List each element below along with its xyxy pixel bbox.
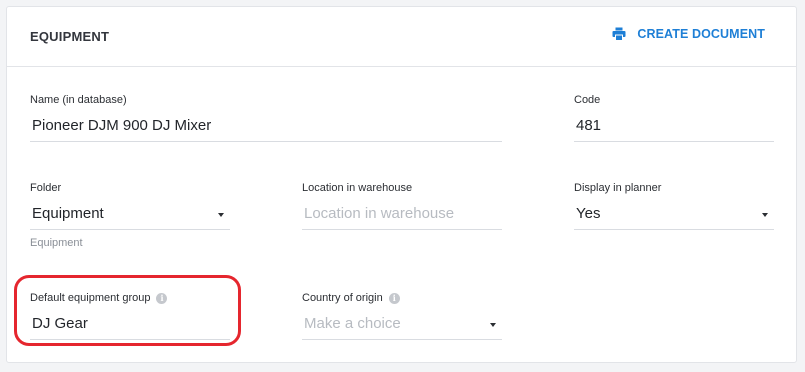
name-label: Name (in database): [30, 94, 127, 106]
country-of-origin-select[interactable]: Make a choice: [302, 311, 502, 340]
card-header: EQUIPMENT CREATE DOCUMENT: [7, 7, 796, 67]
page-title: EQUIPMENT: [30, 29, 110, 44]
caret-down-icon: [218, 213, 224, 217]
default-equipment-group-label-text: Default equipment group: [30, 292, 151, 304]
display-in-planner-label: Display in planner: [574, 182, 662, 194]
default-equipment-group-input[interactable]: DJ Gear: [30, 311, 230, 340]
display-in-planner-value: Yes: [576, 205, 601, 222]
create-document-label: CREATE DOCUMENT: [637, 27, 765, 41]
display-in-planner-field: Display in planner Yes: [574, 181, 774, 230]
caret-down-icon: [762, 213, 768, 217]
country-of-origin-label: Country of origin i: [302, 291, 502, 305]
location-input[interactable]: Location in warehouse: [302, 201, 502, 230]
printer-icon: [612, 27, 626, 41]
info-icon[interactable]: i: [388, 292, 400, 304]
create-document-button[interactable]: CREATE DOCUMENT: [612, 27, 765, 41]
name-field: Name (in database) Pioneer DJM 900 DJ Mi…: [30, 93, 502, 142]
code-input[interactable]: 481: [574, 113, 774, 142]
folder-field: Folder Equipment Equipment: [30, 181, 230, 249]
caret-down-icon: [490, 323, 496, 327]
code-field: Code 481: [574, 93, 774, 142]
name-input[interactable]: Pioneer DJM 900 DJ Mixer: [30, 113, 502, 142]
folder-value: Equipment: [32, 205, 104, 222]
location-field: Location in warehouse Location in wareho…: [302, 181, 502, 230]
location-label: Location in warehouse: [302, 182, 413, 194]
code-label: Code: [574, 94, 601, 106]
country-of-origin-label-text: Country of origin: [302, 292, 383, 304]
display-in-planner-select[interactable]: Yes: [574, 201, 774, 230]
country-of-origin-field: Country of origin i Make a choice: [302, 291, 502, 340]
country-of-origin-placeholder: Make a choice: [304, 315, 401, 332]
folder-label: Folder: [30, 182, 62, 194]
default-equipment-group-label: Default equipment group i: [30, 291, 230, 305]
default-equipment-group-field: Default equipment group i DJ Gear: [30, 291, 230, 340]
folder-select[interactable]: Equipment: [30, 201, 230, 230]
folder-helper: Equipment: [30, 237, 83, 249]
info-icon[interactable]: i: [156, 292, 168, 304]
